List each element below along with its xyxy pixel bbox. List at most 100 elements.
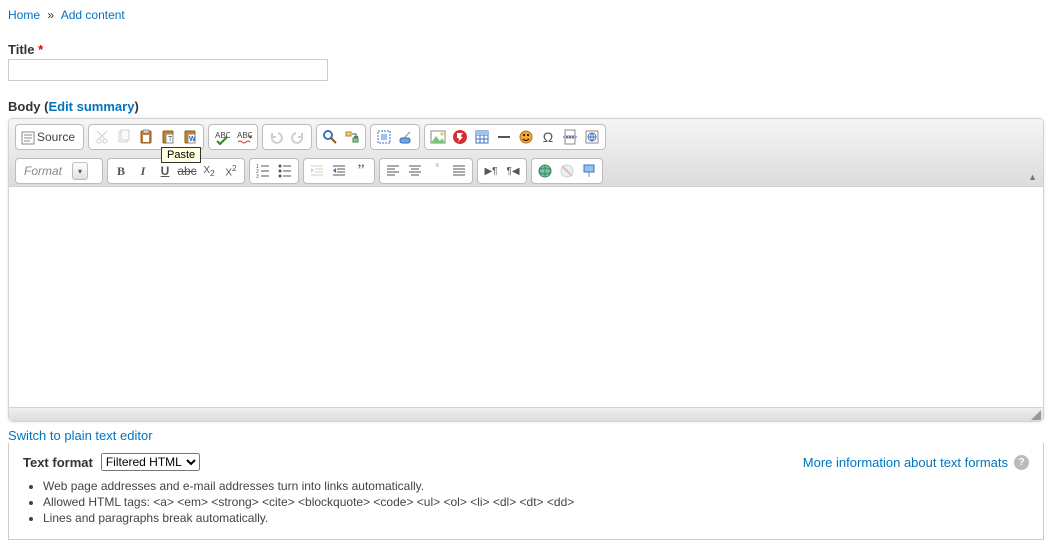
align-justify-button[interactable] bbox=[448, 160, 470, 182]
bold-button[interactable]: B bbox=[110, 160, 132, 182]
pagebreak-button[interactable] bbox=[559, 126, 581, 148]
title-field-wrapper: Title * bbox=[8, 42, 1044, 81]
table-button[interactable] bbox=[471, 126, 493, 148]
cut-button[interactable] bbox=[91, 126, 113, 148]
paste-button[interactable] bbox=[135, 126, 157, 148]
find-icon bbox=[322, 129, 338, 145]
toolbar-group-undo bbox=[262, 124, 312, 150]
rich-text-editor: Source T W ABC ABC▾ bbox=[8, 118, 1044, 422]
svg-text:3: 3 bbox=[256, 174, 259, 179]
align-right-button[interactable] bbox=[426, 160, 448, 182]
align-left-button[interactable] bbox=[382, 160, 404, 182]
resize-handle[interactable] bbox=[1029, 408, 1041, 420]
link-button[interactable] bbox=[534, 160, 556, 182]
undo-button[interactable] bbox=[265, 126, 287, 148]
paste-text-button[interactable]: T bbox=[157, 126, 179, 148]
paste-text-icon: T bbox=[160, 129, 176, 145]
strike-button[interactable]: abc bbox=[176, 160, 198, 182]
flash-icon bbox=[452, 129, 468, 145]
breadcrumb: Home » Add content bbox=[8, 8, 1044, 22]
redo-icon bbox=[290, 129, 306, 145]
body-label: Body (Edit summary) bbox=[8, 99, 1044, 114]
format-combo-label: Format bbox=[24, 164, 62, 178]
specialchar-icon: Ω bbox=[543, 129, 553, 145]
editor-statusbar bbox=[9, 407, 1043, 421]
chevron-down-icon bbox=[72, 162, 88, 180]
title-input[interactable] bbox=[8, 59, 328, 81]
unlink-button[interactable] bbox=[556, 160, 578, 182]
format-combo[interactable]: Format bbox=[18, 162, 89, 180]
hr-button[interactable] bbox=[493, 126, 515, 148]
iframe-button[interactable] bbox=[581, 126, 603, 148]
underline-icon: U bbox=[161, 164, 170, 178]
more-info-link[interactable]: More information about text formats bbox=[803, 455, 1008, 470]
source-button[interactable]: Source bbox=[18, 130, 81, 144]
anchor-button[interactable] bbox=[578, 160, 600, 182]
bold-icon: B bbox=[117, 164, 125, 179]
toolbar-group-links bbox=[531, 158, 603, 184]
ltr-button[interactable]: ▶¶ bbox=[480, 160, 502, 182]
align-center-icon bbox=[407, 163, 423, 179]
superscript-button[interactable]: X2 bbox=[220, 160, 242, 182]
underline-button[interactable]: U bbox=[154, 160, 176, 182]
toolbar-group-lists: 123 bbox=[249, 158, 299, 184]
copy-button[interactable] bbox=[113, 126, 135, 148]
italic-button[interactable]: I bbox=[132, 160, 154, 182]
outdent-button[interactable] bbox=[306, 160, 328, 182]
spellcheck-button[interactable]: ABC bbox=[211, 126, 233, 148]
toolbar-group-insert: Ω bbox=[424, 124, 606, 150]
replace-button[interactable] bbox=[341, 126, 363, 148]
align-right-icon bbox=[429, 163, 445, 179]
subscript-button[interactable]: X2 bbox=[198, 160, 220, 182]
undo-icon bbox=[268, 129, 284, 145]
toolbar-group-spell: ABC ABC▾ bbox=[208, 124, 258, 150]
blockquote-icon: ” bbox=[357, 162, 364, 180]
pagebreak-icon bbox=[562, 129, 578, 145]
align-left-icon bbox=[385, 163, 401, 179]
rtl-icon: ¶◀ bbox=[506, 166, 519, 177]
paste-icon bbox=[138, 129, 154, 145]
bullet-list-icon bbox=[277, 163, 293, 179]
numbered-list-button[interactable]: 123 bbox=[252, 160, 274, 182]
svg-text:T: T bbox=[168, 136, 173, 143]
text-format-select[interactable]: Filtered HTML bbox=[101, 453, 200, 471]
toolbar-group-source: Source bbox=[15, 124, 84, 150]
image-button[interactable] bbox=[427, 126, 449, 148]
paste-word-button[interactable]: W bbox=[179, 126, 201, 148]
align-center-button[interactable] bbox=[404, 160, 426, 182]
edit-summary-link[interactable]: Edit summary bbox=[48, 99, 134, 114]
iframe-icon bbox=[584, 129, 600, 145]
spellcheck-icon: ABC bbox=[214, 129, 230, 145]
anchor-icon bbox=[581, 163, 597, 179]
italic-icon: I bbox=[141, 164, 146, 179]
find-button[interactable] bbox=[319, 126, 341, 148]
breadcrumb-home[interactable]: Home bbox=[8, 8, 40, 22]
select-all-icon bbox=[376, 129, 392, 145]
switch-plain-text-link[interactable]: Switch to plain text editor bbox=[8, 428, 153, 443]
rtl-button[interactable]: ¶◀ bbox=[502, 160, 524, 182]
outdent-icon bbox=[309, 163, 325, 179]
image-icon bbox=[430, 129, 446, 145]
select-all-button[interactable] bbox=[373, 126, 395, 148]
cut-icon bbox=[94, 129, 110, 145]
specialchar-button[interactable]: Ω bbox=[537, 126, 559, 148]
smiley-button[interactable] bbox=[515, 126, 537, 148]
smiley-icon bbox=[518, 129, 534, 145]
indent-button[interactable] bbox=[328, 160, 350, 182]
blockquote-button[interactable]: ” bbox=[350, 160, 372, 182]
toolbar-group-find bbox=[316, 124, 366, 150]
toolbar-group-select bbox=[370, 124, 420, 150]
tip-item: Allowed HTML tags: <a> <em> <strong> <ci… bbox=[43, 495, 1029, 509]
paste-word-icon: W bbox=[182, 129, 198, 145]
help-icon[interactable]: ? bbox=[1014, 455, 1029, 470]
bullet-list-button[interactable] bbox=[274, 160, 296, 182]
toolbar-collapse-button[interactable]: ▲ bbox=[1028, 172, 1037, 182]
flash-button[interactable] bbox=[449, 126, 471, 148]
filter-tips: Web page addresses and e-mail addresses … bbox=[27, 479, 1029, 525]
breadcrumb-add-content[interactable]: Add content bbox=[61, 8, 125, 22]
editor-content-area[interactable] bbox=[9, 187, 1043, 407]
scayt-button[interactable]: ABC▾ bbox=[233, 126, 255, 148]
remove-format-button[interactable] bbox=[395, 126, 417, 148]
redo-button[interactable] bbox=[287, 126, 309, 148]
text-format-label: Text format bbox=[23, 455, 93, 470]
